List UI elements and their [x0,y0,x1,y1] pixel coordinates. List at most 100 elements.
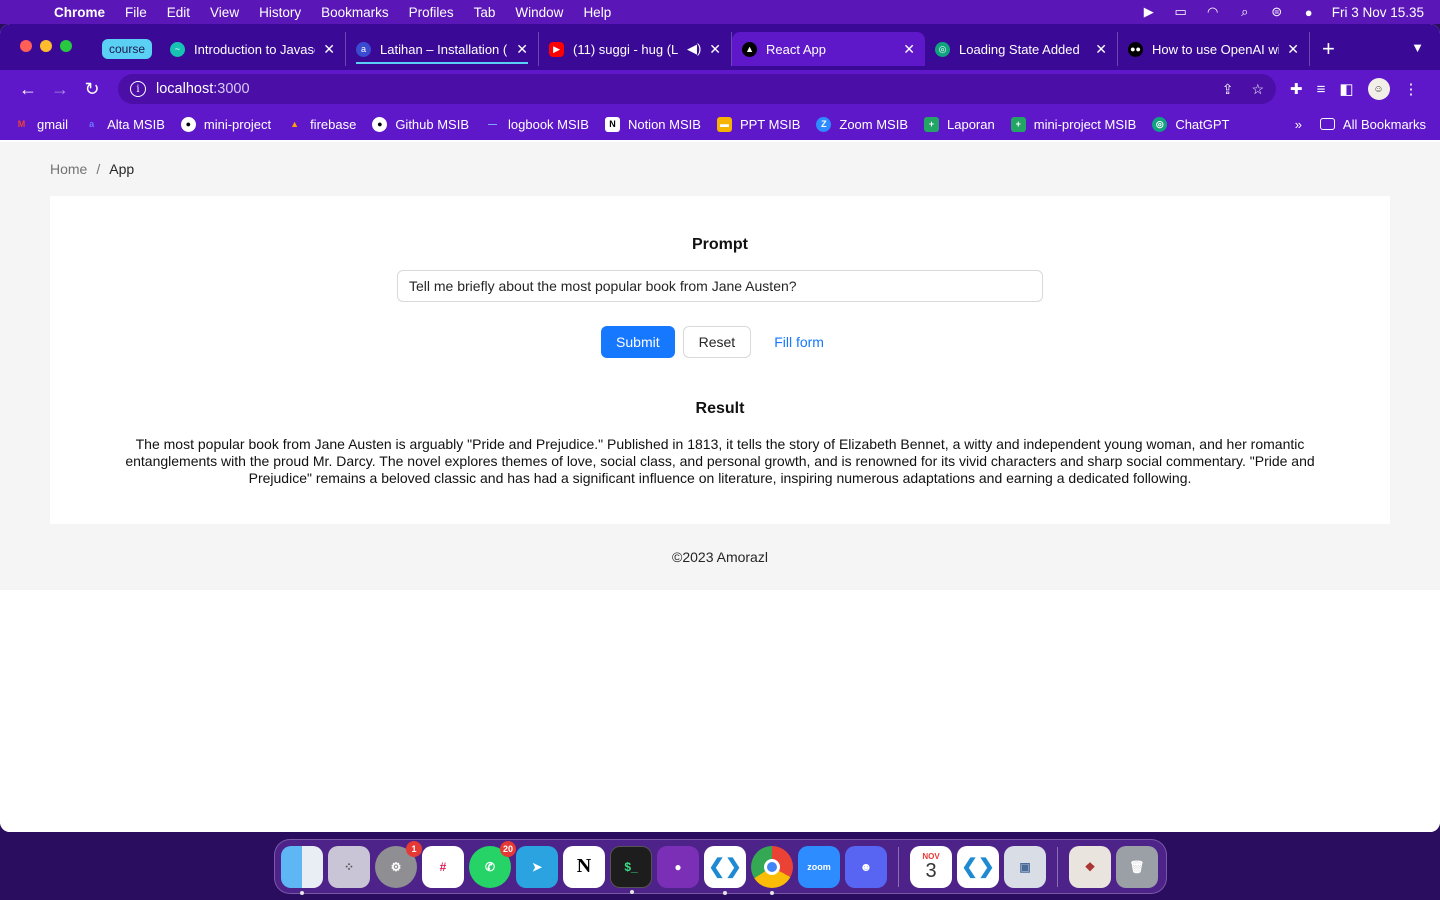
close-tab-icon[interactable]: ✕ [903,41,915,58]
zoom-window-button[interactable] [60,40,72,52]
bookmark-mini-project[interactable]: ● mini-project [180,116,271,132]
github-desktop-icon[interactable]: ● [657,845,699,888]
youtube-favicon-icon: ▶ [549,41,565,57]
bookmark-label: Github MSIB [395,116,470,132]
reset-button[interactable]: Reset [682,326,752,358]
close-tab-icon[interactable]: ✕ [1095,41,1107,58]
system-settings-icon[interactable]: ⚙ 1 [375,840,422,888]
menu-view[interactable]: View [200,5,249,20]
telegram-icon[interactable]: ➤ [516,845,558,888]
app-layout: Home / App Prompt Tell me briefly about … [0,142,1440,590]
submit-button[interactable]: Submit [601,326,675,358]
share-icon[interactable]: ⇪ [1222,81,1234,98]
close-window-button[interactable] [20,40,32,52]
menu-profiles[interactable]: Profiles [399,5,464,20]
address-bar[interactable]: i localhost:3000 ⇪ ☆ [118,74,1276,104]
close-tab-icon[interactable]: ✕ [516,41,528,58]
menu-file[interactable]: File [115,5,157,20]
bookmark-label: PPT MSIB [739,116,801,132]
close-tab-icon[interactable]: ✕ [709,41,721,58]
vscode-alt-icon[interactable]: ❮❯ [957,845,999,888]
more-menu-icon[interactable]: ⋮ [1404,80,1419,98]
menu-edit[interactable]: Edit [157,5,200,20]
alta-icon: a [89,119,95,129]
github-icon: ● [180,116,196,132]
breadcrumb-home-link[interactable]: Home [50,161,87,177]
chrome-icon[interactable] [751,845,793,895]
tab-react-app[interactable]: ▲ React App ✕ [732,32,926,66]
audio-playing-icon[interactable]: ◀) [687,41,701,57]
notion-icon[interactable]: N [563,845,605,888]
bookmark-zoom-msib[interactable]: Z Zoom MSIB [816,116,908,132]
battery-icon[interactable]: ▭ [1172,4,1190,19]
bookmark-label: Notion MSIB [627,116,701,132]
tab-title: How to use OpenAI wi [1152,41,1280,57]
site-info-icon[interactable]: i [130,81,146,97]
menu-help[interactable]: Help [573,5,621,20]
prompt-input[interactable]: Tell me briefly about the most popular b… [397,270,1043,302]
back-icon[interactable]: ← [12,79,44,100]
menu-history[interactable]: History [249,5,311,20]
menu-bookmarks[interactable]: Bookmarks [311,5,399,20]
bookmark-gmail[interactable]: Mgmail [14,117,68,132]
tab-openai-how-to[interactable]: ●● How to use OpenAI wi ✕ [1118,32,1311,66]
terminal-icon[interactable]: $_ [610,845,652,894]
slack-icon[interactable]: # [422,845,464,888]
more-bookmarks-chevron-icon[interactable]: » [1295,117,1302,132]
menu-app-name[interactable]: Chrome [54,5,115,20]
tab-title: React App [766,41,827,57]
bookmark-label: gmail [37,116,69,132]
control-center-icon[interactable]: ⊜ [1268,4,1286,19]
close-tab-icon[interactable]: ✕ [1287,41,1299,58]
siri-icon[interactable]: ● [1300,5,1318,20]
tab-introduction[interactable]: ~ Introduction to Javasc ✕ [160,32,347,66]
close-tab-icon[interactable]: ✕ [323,41,335,58]
tab-youtube[interactable]: ▶ (11) suggi - hug (L ◀) ✕ [539,32,733,66]
wifi-icon[interactable]: ◠ [1204,4,1222,19]
launchpad-icon[interactable]: ⁘ [328,845,370,888]
minimize-window-button[interactable] [40,40,52,52]
bookmark-chatgpt[interactable]: ◎ ChatGPT [1152,116,1230,132]
tab-loading-state[interactable]: ◎ Loading State Added ✕ [925,32,1119,66]
forward-icon[interactable]: → [44,79,76,100]
bookmark-star-icon[interactable]: ☆ [1251,81,1264,98]
vscode-icon[interactable]: ❮❯ [704,845,746,895]
menu-tab[interactable]: Tab [464,5,506,20]
menu-clock[interactable]: Fri 3 Nov 15.35 [1332,5,1424,20]
bookmark-laporan[interactable]: + Laporan [924,116,995,132]
media-queue-icon[interactable]: ≡ [1317,81,1326,98]
url-host: localhost [156,81,214,97]
new-tab-icon[interactable]: + [1322,36,1335,62]
discord-icon[interactable]: ☻ [845,845,887,888]
profile-avatar[interactable]: ☺ [1367,78,1390,100]
bookmark-mini-project-msib[interactable]: + mini-project MSIB [1010,116,1136,132]
bookmark-ppt-msib[interactable]: ▬ PPT MSIB [716,116,801,132]
play-status-icon[interactable]: ▶ [1140,4,1158,19]
bookmark-label: logbook MSIB [508,116,589,132]
calendar-icon[interactable]: NOV 3 [910,845,952,888]
tab-search-chevron-icon[interactable]: ▼ [1411,40,1424,55]
bookmark-firebase[interactable]: ▲ firebase [287,117,356,132]
preview-icon[interactable]: ▣ [1004,845,1046,888]
side-panel-icon[interactable]: ◧ [1339,80,1353,98]
finder-icon[interactable] [281,845,323,895]
firebase-icon: ▲ [290,119,300,129]
all-bookmarks-button[interactable]: All Bookmarks [1319,117,1426,132]
tab-group-chip[interactable]: course [102,39,153,59]
reload-icon[interactable]: ↻ [76,79,108,100]
trash-icon[interactable]: 🗑 [1116,845,1158,888]
fill-form-button[interactable]: Fill form [759,326,839,358]
whatsapp-icon[interactable]: ✆ 20 [469,840,516,888]
downloads-icon[interactable]: ❖ [1069,845,1111,888]
course-favicon-icon: ~ [170,41,186,57]
spotlight-search-icon[interactable]: ⌕ [1236,4,1254,19]
breadcrumb-separator: / [96,161,101,177]
bookmark-github-msib[interactable]: ● Github MSIB [372,116,470,132]
bookmark-notion-msib[interactable]: N Notion MSIB [604,116,701,132]
extensions-icon[interactable]: ✚ [1290,80,1303,98]
menu-window[interactable]: Window [505,5,573,20]
zoom-icon[interactable]: zoom [798,845,840,888]
bookmark-logbook-msib[interactable]: — logbook MSIB [485,117,589,132]
bookmark-alta-msib[interactable]: a Alta MSIB [84,117,165,132]
tab-latihan[interactable]: a Latihan – Installation ( ✕ [346,32,540,66]
